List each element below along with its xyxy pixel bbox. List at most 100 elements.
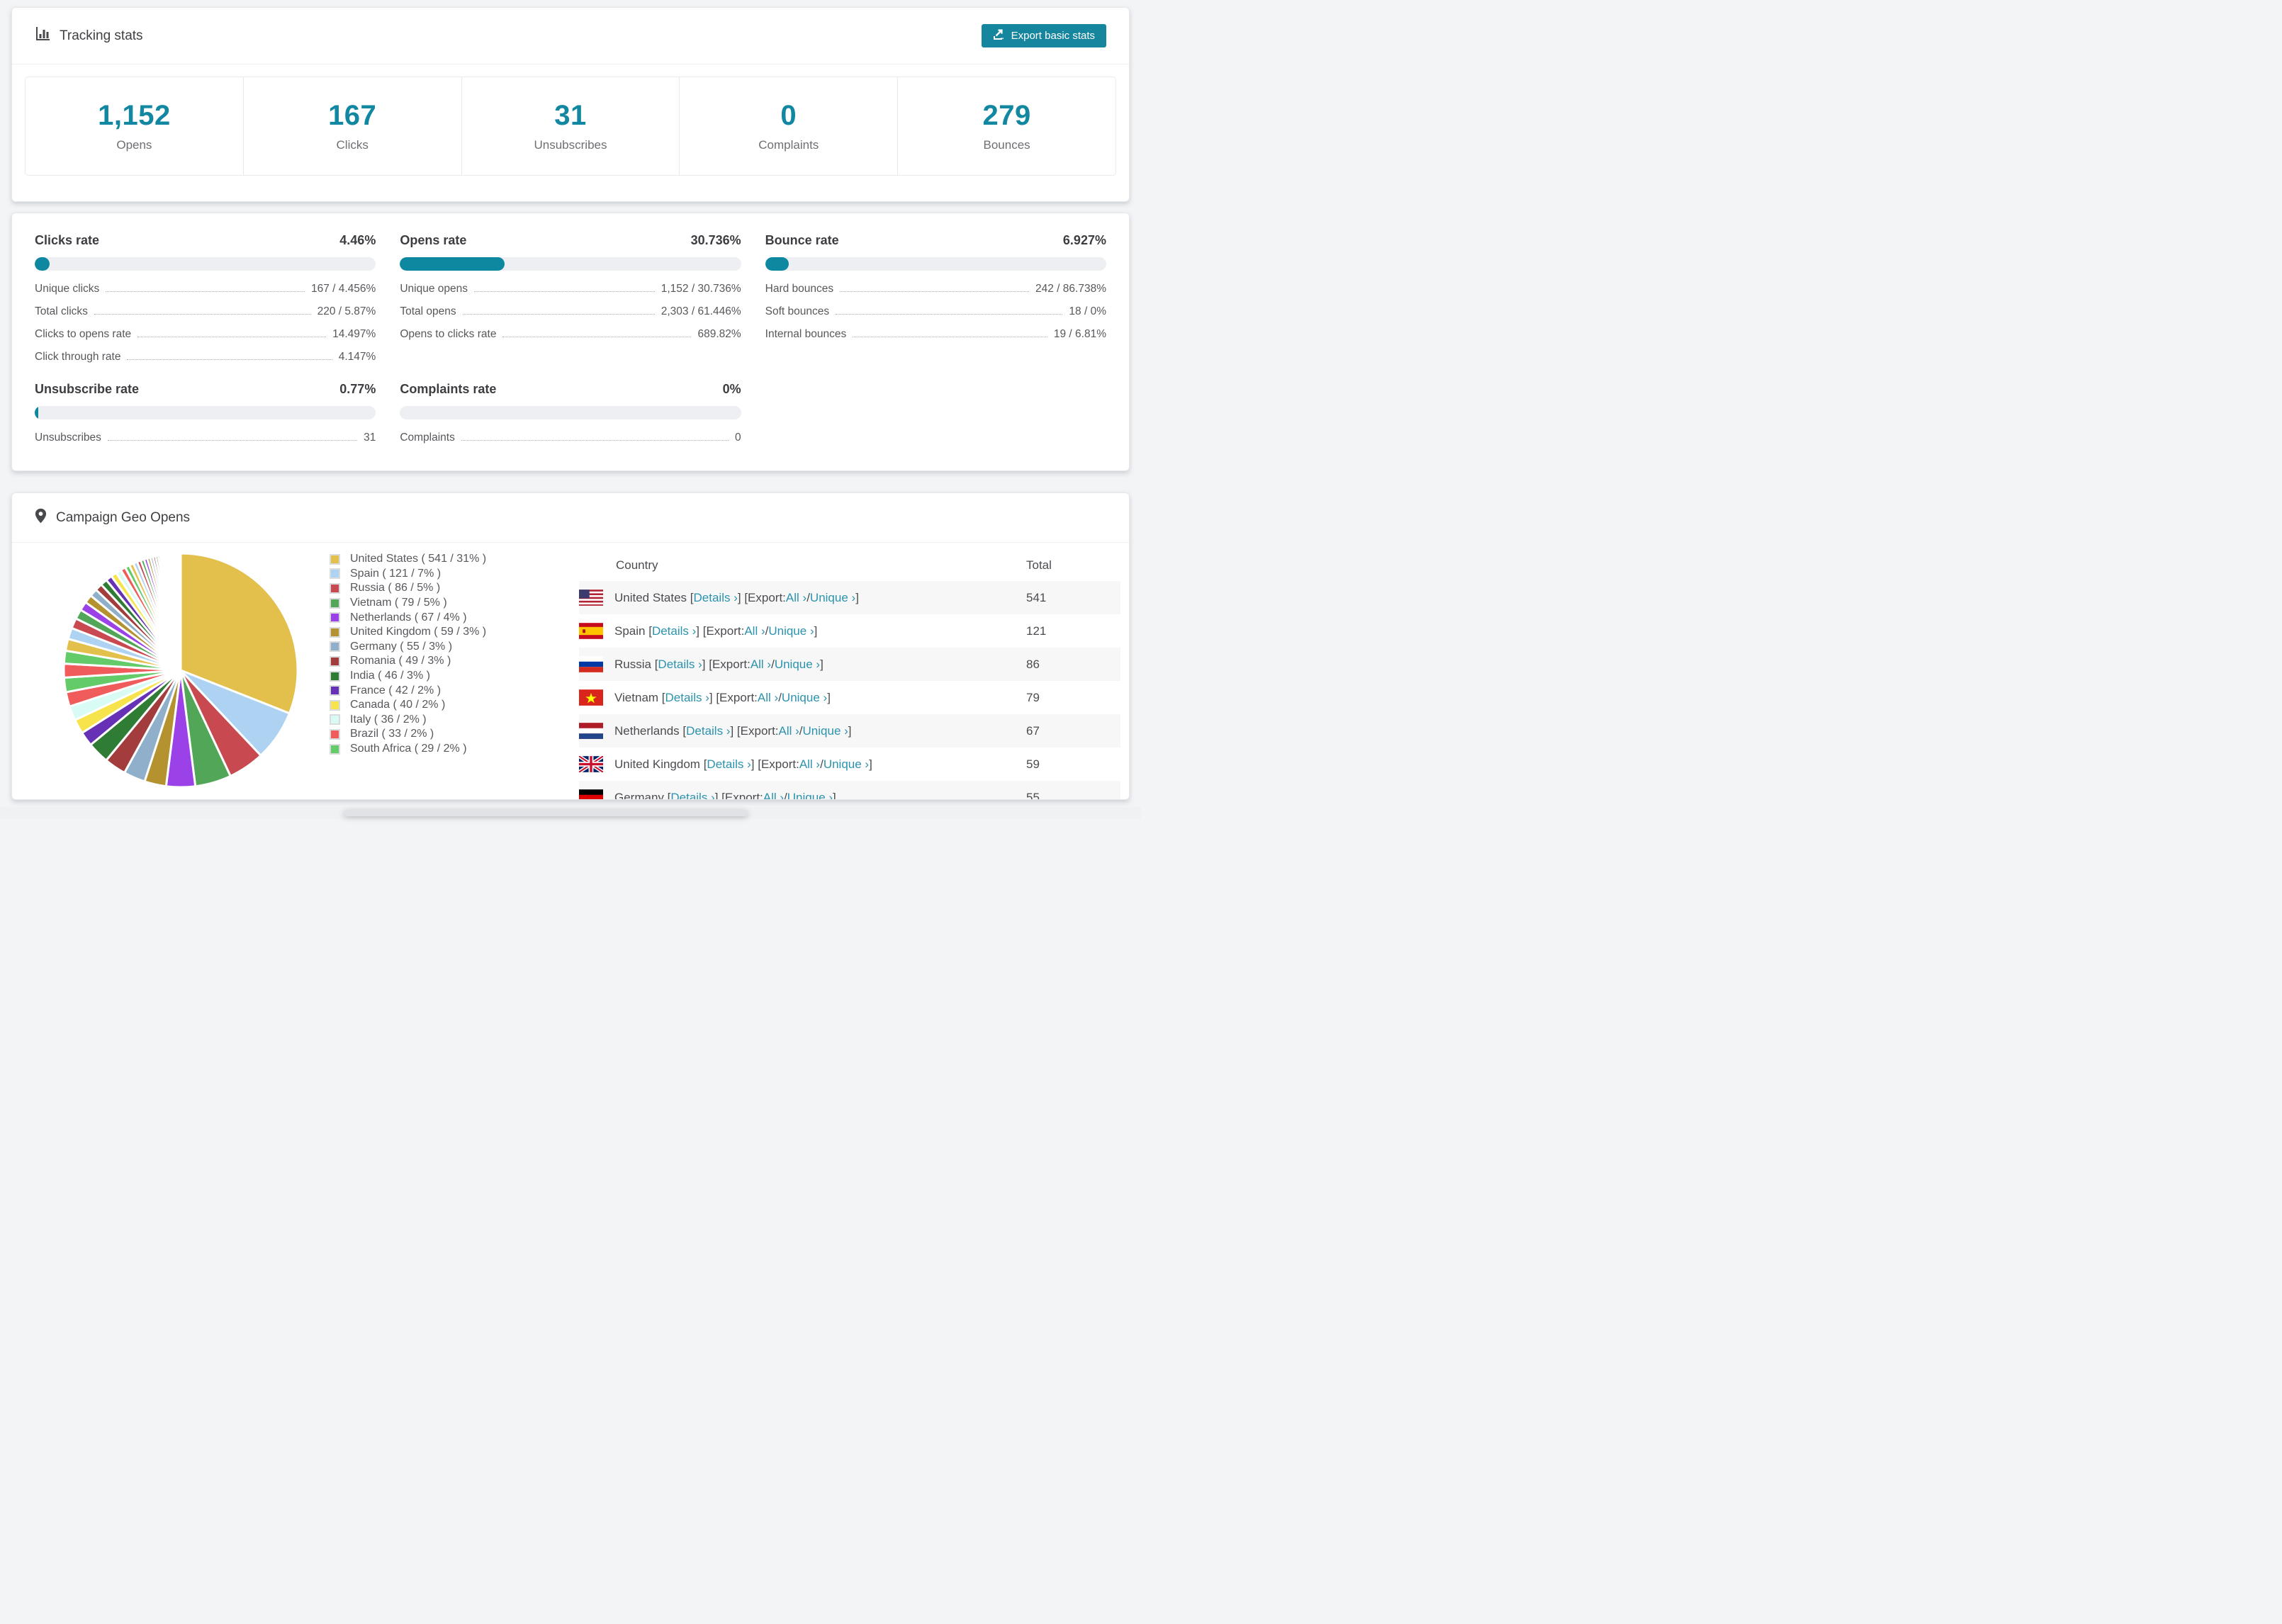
dotted-leader <box>840 283 1029 292</box>
legend-swatch <box>330 655 340 667</box>
stat-box-clicks: 167 Clicks <box>242 77 461 175</box>
legend-label: Canada ( 40 / 2% ) <box>350 699 446 711</box>
section-title: Campaign Geo Opens <box>56 509 191 525</box>
stat-value: 31 <box>554 100 587 131</box>
metric-label: Complaints <box>400 432 455 444</box>
country-name: Russia <box>614 657 651 671</box>
dotted-leader <box>462 306 655 315</box>
table-row-united-kingdom: United Kingdom [Details ›] [Export: All … <box>579 748 1120 781</box>
legend-label: United States ( 541 / 31% ) <box>350 553 487 565</box>
legend-swatch <box>330 626 340 638</box>
dotted-leader <box>137 329 327 337</box>
stat-label: Unsubscribes <box>534 138 607 152</box>
export-icon <box>993 28 1005 43</box>
metric-value: 242 / 86.738% <box>1035 283 1106 295</box>
rate-col-unsubscribe-rate: Unsubscribe rate 0.77% Unsubscribes 31 <box>35 382 376 444</box>
geo-table: Country Total United States [Details ›] … <box>579 550 1120 800</box>
details-link-russia[interactable]: Details › <box>658 658 702 672</box>
metric-row: Click through rate 4.147% <box>35 351 376 363</box>
metric-label: Soft bounces <box>765 305 830 317</box>
rates-grid: Clicks rate 4.46% Unique clicks 167 / 4.… <box>12 213 1129 444</box>
metric-value: 689.82% <box>697 328 741 340</box>
legend-swatch <box>330 641 340 653</box>
progress-bar <box>35 257 376 271</box>
total-cell: 121 <box>1026 624 1047 638</box>
export-all-link-spain[interactable]: All › <box>744 624 765 638</box>
rate-title: Complaints rate <box>400 382 497 396</box>
spain-flag-icon <box>579 623 603 639</box>
export-all-link-united-states[interactable]: All › <box>786 591 806 605</box>
progress-bar <box>400 257 741 271</box>
rate-value: 0.77% <box>339 382 376 396</box>
export-unique-link-germany[interactable]: Unique › <box>787 791 833 800</box>
legend-swatch <box>330 612 340 624</box>
progress-fill <box>35 406 38 419</box>
export-all-link-vietnam[interactable]: All › <box>758 691 778 705</box>
table-row-netherlands: Netherlands [Details ›] [Export: All › /… <box>579 714 1120 748</box>
metric-row: Unique opens 1,152 / 30.736% <box>400 283 741 295</box>
country-cell: Netherlands [Details ›] [Export: All › /… <box>579 723 1026 739</box>
united-states-flag-icon <box>579 590 603 606</box>
bottom-scrollbar-thumb[interactable] <box>344 810 748 816</box>
export-all-link-russia[interactable]: All › <box>751 658 771 672</box>
total-cell: 541 <box>1026 590 1047 604</box>
stat-value: 1,152 <box>98 100 171 131</box>
metric-label: Unsubscribes <box>35 432 101 444</box>
export-unique-link-united-kingdom[interactable]: Unique › <box>824 757 869 772</box>
export-all-link-germany[interactable]: All › <box>763 791 784 800</box>
rates-row-1: Clicks rate 4.46% Unique clicks 167 / 4.… <box>35 233 1106 363</box>
export-basic-stats-button[interactable]: Export basic stats <box>981 24 1106 47</box>
progress-fill <box>765 257 789 271</box>
details-link-united-kingdom[interactable]: Details › <box>707 757 751 772</box>
progress-fill <box>400 257 505 271</box>
details-link-united-states[interactable]: Details › <box>694 591 738 605</box>
page-title: Tracking stats <box>60 28 143 43</box>
table-row-vietnam: Vietnam [Details ›] [Export: All › / Uni… <box>579 681 1120 714</box>
russia-flag-icon <box>579 656 603 672</box>
export-unique-link-spain[interactable]: Unique › <box>768 624 814 638</box>
country-cell: Germany [Details ›] [Export: All › / Uni… <box>579 789 1026 800</box>
metric-row: Internal bounces 19 / 6.81% <box>765 328 1106 341</box>
details-link-vietnam[interactable]: Details › <box>665 691 709 705</box>
progress-bar <box>35 406 376 419</box>
legend-item: Canada ( 40 / 2% ) <box>330 698 579 713</box>
details-link-spain[interactable]: Details › <box>652 624 696 638</box>
legend-swatch <box>330 714 340 726</box>
legend-label: France ( 42 / 2% ) <box>350 684 442 697</box>
legend-item: Vietnam ( 79 / 5% ) <box>330 596 579 611</box>
legend-swatch <box>330 743 340 755</box>
export-unique-link-united-states[interactable]: Unique › <box>810 591 855 605</box>
legend-swatch <box>330 553 340 565</box>
details-link-germany[interactable]: Details › <box>670 791 714 800</box>
export-all-link-netherlands[interactable]: All › <box>779 724 799 738</box>
details-link-netherlands[interactable]: Details › <box>686 724 730 738</box>
legend-swatch <box>330 670 340 682</box>
total-cell: 55 <box>1026 790 1040 800</box>
export-unique-link-russia[interactable]: Unique › <box>775 658 820 672</box>
tracking-stats-header: Tracking stats Export basic stats <box>12 8 1129 64</box>
legend-item: Russia ( 86 / 5% ) <box>330 581 579 596</box>
dotted-leader <box>474 283 655 292</box>
united-kingdom-flag-icon <box>579 756 603 772</box>
rate-value: 0% <box>722 382 741 396</box>
legend-item: United Kingdom ( 59 / 3% ) <box>330 625 579 640</box>
legend-swatch <box>330 597 340 609</box>
country-name: Spain <box>614 624 646 638</box>
netherlands-flag-icon <box>579 723 603 739</box>
export-unique-link-netherlands[interactable]: Unique › <box>803 724 848 738</box>
country-name: Vietnam <box>614 690 659 704</box>
tracking-stats-card: Tracking stats Export basic stats 1,152 … <box>11 7 1130 202</box>
progress-fill <box>35 257 50 271</box>
export-all-link-united-kingdom[interactable]: All › <box>799 757 820 772</box>
metric-label: Unique opens <box>400 283 468 295</box>
legend-label: Romania ( 49 / 3% ) <box>350 655 451 667</box>
dotted-leader <box>106 283 305 292</box>
legend-label: Russia ( 86 / 5% ) <box>350 582 441 594</box>
pie-slice-other <box>179 552 182 672</box>
dotted-leader <box>853 329 1047 337</box>
country-name: United States <box>614 590 687 604</box>
metric-row: Complaints 0 <box>400 432 741 444</box>
export-unique-link-vietnam[interactable]: Unique › <box>782 691 827 705</box>
geo-title-wrap: Campaign Geo Opens <box>35 508 190 528</box>
metric-row: Unsubscribes 31 <box>35 432 376 444</box>
